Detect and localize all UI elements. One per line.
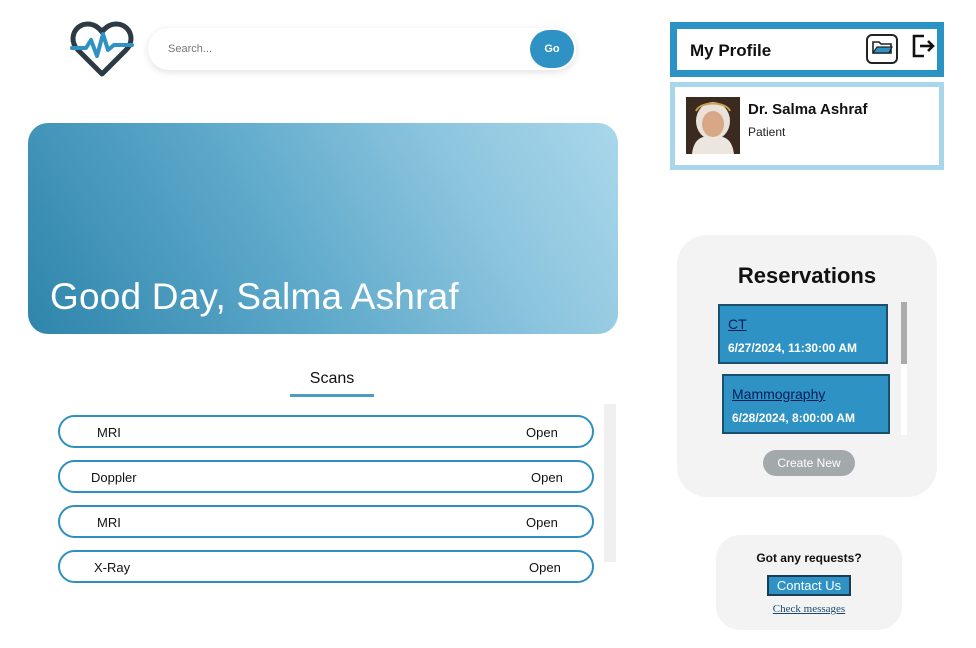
tab-scans[interactable]: Scans — [290, 370, 374, 388]
create-reservation-button[interactable]: Create New — [763, 450, 855, 476]
scan-name: Doppler — [91, 470, 137, 485]
logout-button[interactable] — [909, 34, 937, 62]
edit-icon — [871, 39, 893, 60]
reservation-datetime: 6/28/2024, 8:00:00 AM — [732, 411, 855, 425]
profile-name: Dr. Salma Ashraf — [748, 101, 868, 118]
requests-title: Got any requests? — [756, 551, 862, 565]
tab-active-indicator — [290, 394, 374, 397]
reservation-type-link[interactable]: CT — [728, 316, 747, 332]
reservation-type-link[interactable]: Mammography — [732, 386, 825, 402]
profile-header: My Profile — [670, 22, 944, 77]
scan-open-button[interactable]: Open — [531, 470, 563, 485]
scan-name: MRI — [97, 425, 121, 440]
scrollbar-thumb[interactable] — [901, 302, 907, 364]
check-messages-link[interactable]: Check messages — [716, 603, 902, 615]
welcome-banner: Good Day, Salma Ashraf — [28, 123, 618, 334]
reservation-item[interactable]: CT 6/27/2024, 11:30:00 AM — [718, 304, 888, 364]
avatar — [686, 97, 740, 154]
search-go-button[interactable]: Go — [530, 30, 574, 68]
scan-open-button[interactable]: Open — [526, 515, 558, 530]
profile-title: My Profile — [690, 41, 772, 60]
reservations-card: Reservations CT 6/27/2024, 11:30:00 AM M… — [677, 235, 937, 497]
scan-open-button[interactable]: Open — [529, 560, 561, 575]
scan-list-scrollbar[interactable] — [604, 404, 616, 562]
profile-card: Dr. Salma Ashraf Patient — [670, 82, 944, 170]
scan-open-button[interactable]: Open — [526, 425, 558, 440]
reservations-title: Reservations — [737, 263, 877, 288]
scan-row[interactable]: Doppler Open — [58, 460, 594, 493]
reservation-item[interactable]: Mammography 6/28/2024, 8:00:00 AM — [722, 374, 890, 434]
scan-row[interactable]: X-Ray Open — [58, 550, 594, 583]
reservations-scrollbar[interactable] — [901, 302, 907, 435]
edit-profile-button[interactable] — [866, 34, 898, 64]
scan-name: MRI — [97, 515, 121, 530]
requests-card: Got any requests? Contact Us Check messa… — [716, 535, 902, 630]
scan-row[interactable]: MRI Open — [58, 505, 594, 538]
reservation-datetime: 6/27/2024, 11:30:00 AM — [728, 341, 857, 355]
scan-row[interactable]: MRI Open — [58, 415, 594, 448]
heartbeat-icon[interactable] — [70, 20, 134, 78]
search-bar: Go — [148, 28, 576, 70]
scan-list: MRI Open Doppler Open MRI Open X-Ray Ope… — [58, 415, 594, 595]
search-input[interactable] — [168, 39, 508, 59]
page: Go Good Day, Salma Ashraf Scans MRI Open… — [0, 0, 976, 648]
greeting-text: Good Day, Salma Ashraf — [50, 276, 459, 317]
profile-role: Patient — [748, 125, 786, 139]
logout-icon — [910, 33, 936, 64]
contact-us-button[interactable]: Contact Us — [767, 575, 851, 596]
scan-name: X-Ray — [94, 560, 131, 575]
